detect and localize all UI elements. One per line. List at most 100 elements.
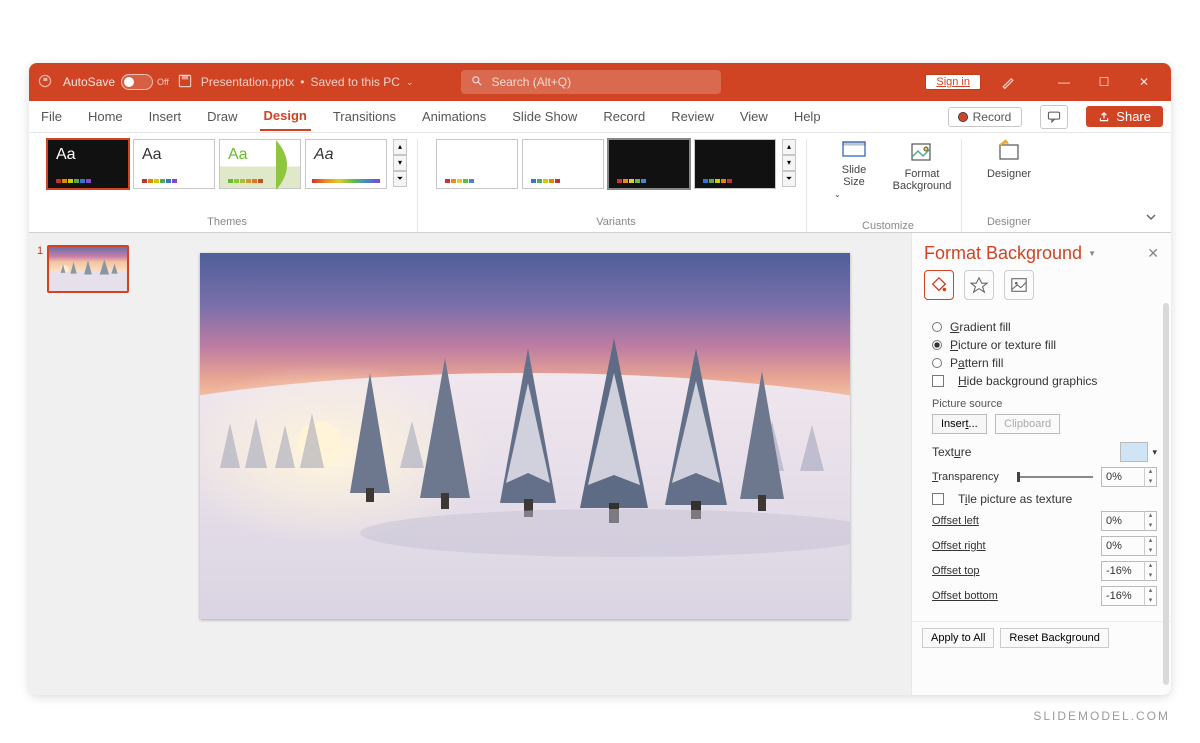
fill-tab-icon[interactable] <box>924 270 954 300</box>
theme-thumb-4[interactable]: Aa <box>305 139 387 189</box>
ribbon: Aa Aa Aa Aa ▴ ▾ ⏷ <box>29 133 1171 233</box>
panel-scrollbar[interactable] <box>1163 303 1169 685</box>
themes-group: Aa Aa Aa Aa ▴ ▾ ⏷ <box>37 139 418 232</box>
tab-record[interactable]: Record <box>599 103 649 130</box>
reset-background-button[interactable]: Reset Background <box>1000 628 1109 648</box>
effects-tab-icon[interactable] <box>964 270 994 300</box>
texture-label: Texture <box>932 445 971 459</box>
tab-transitions[interactable]: Transitions <box>329 103 400 130</box>
comments-button[interactable] <box>1040 105 1068 129</box>
variant-3[interactable] <box>608 139 690 189</box>
picture-tab-icon[interactable] <box>1004 270 1034 300</box>
themes-scroll: ▴ ▾ ⏷ <box>393 139 407 187</box>
search-input[interactable]: Search (Alt+Q) <box>461 70 721 94</box>
record-dot-icon <box>959 113 967 121</box>
document-title[interactable]: Presentation.pptx • Saved to this PC ⌄ <box>201 75 414 89</box>
transparency-slider[interactable] <box>1017 476 1093 478</box>
panel-close-button[interactable]: ✕ <box>1147 245 1159 262</box>
current-slide[interactable] <box>200 253 850 619</box>
insert-button[interactable]: Insert... <box>932 414 987 434</box>
theme-thumb-3[interactable]: Aa <box>219 139 301 189</box>
variant-1[interactable] <box>436 139 518 189</box>
variant-4[interactable] <box>694 139 776 189</box>
designer-group: Designer Designer <box>970 139 1048 232</box>
transparency-value[interactable]: 0%▴▾ <box>1101 467 1157 487</box>
designer-button[interactable]: Designer <box>980 139 1038 180</box>
slide-thumbnail-1[interactable] <box>47 245 129 293</box>
offset-right-label: Offset right <box>932 540 986 552</box>
titlebar: AutoSave Off Presentation.pptx • Saved t… <box>29 63 1171 101</box>
tab-design[interactable]: Design <box>260 102 311 131</box>
format-background-button[interactable]: Format Background <box>893 139 951 200</box>
variants-down[interactable]: ▾ <box>782 155 796 171</box>
themes-label: Themes <box>47 212 407 228</box>
tab-insert[interactable]: Insert <box>145 103 186 130</box>
offset-left-label: Offset left <box>932 515 979 527</box>
offset-bottom-value[interactable]: -16%▴▾ <box>1101 586 1157 606</box>
window-controls: — ☐ ✕ <box>1045 66 1163 98</box>
search-icon <box>471 75 483 90</box>
variants-group: ▴ ▾ ⏷ Variants <box>426 139 807 232</box>
variant-2[interactable] <box>522 139 604 189</box>
tab-home[interactable]: Home <box>84 103 127 130</box>
chevron-down-icon: ⌄ <box>406 77 414 88</box>
themes-more[interactable]: ⏷ <box>393 171 407 187</box>
slide-size-button[interactable]: Slide Size⌄ <box>825 139 883 200</box>
panel-dropdown-icon[interactable]: ▼ <box>1088 249 1096 258</box>
save-icon[interactable] <box>177 73 193 92</box>
pen-icon[interactable] <box>989 74 1027 90</box>
tab-file[interactable]: File <box>37 103 66 130</box>
signin-button[interactable]: Sign in <box>925 74 981 90</box>
gradient-fill-option[interactable]: GGradient fillradient fill <box>932 320 1157 334</box>
tab-animations[interactable]: Animations <box>418 103 490 130</box>
tab-help[interactable]: Help <box>790 103 825 130</box>
clipboard-button: Clipboard <box>995 414 1060 434</box>
toggle-pill <box>121 74 153 90</box>
autosave-state: Off <box>157 77 169 87</box>
hide-bg-graphics[interactable]: Hide background graphics <box>932 374 1157 388</box>
ribbon-collapse-button[interactable] <box>1139 205 1163 232</box>
tab-review[interactable]: Review <box>667 103 718 130</box>
close-button[interactable]: ✕ <box>1125 66 1163 98</box>
apply-all-button[interactable]: Apply to All <box>922 628 994 648</box>
tab-draw[interactable]: Draw <box>203 103 241 130</box>
variants-label: Variants <box>436 212 796 228</box>
slide-canvas[interactable] <box>139 233 911 695</box>
maximize-button[interactable]: ☐ <box>1085 66 1123 98</box>
offset-left-value[interactable]: 0%▴▾ <box>1101 511 1157 531</box>
customize-label: Customize <box>825 216 951 232</box>
theme-thumb-1[interactable]: Aa <box>47 139 129 189</box>
offset-right-value[interactable]: 0%▴▾ <box>1101 536 1157 556</box>
customize-group: Slide Size⌄ Format Background Customize <box>815 139 962 232</box>
offset-top-value[interactable]: -16%▴▾ <box>1101 561 1157 581</box>
record-button[interactable]: Record <box>948 107 1023 127</box>
thumb-number: 1 <box>37 245 43 293</box>
picture-fill-option[interactable]: Picture or texture fill <box>932 338 1157 352</box>
texture-picker[interactable] <box>1120 442 1148 462</box>
variants-scroll: ▴ ▾ ⏷ <box>782 139 796 187</box>
workspace: 1 <box>29 233 1171 695</box>
themes-down[interactable]: ▾ <box>393 155 407 171</box>
autosave-toggle[interactable]: AutoSave Off <box>63 74 169 90</box>
slide-thumbnails: 1 <box>29 233 139 695</box>
app-window: AutoSave Off Presentation.pptx • Saved t… <box>29 63 1171 695</box>
ribbon-tabs: File Home Insert Draw Design Transitions… <box>29 101 1171 133</box>
pattern-fill-option[interactable]: Pattern fill <box>932 356 1157 370</box>
offset-top-label: Offset top <box>932 565 980 577</box>
panel-title: Format Background <box>924 243 1082 264</box>
transparency-label: Transparency <box>932 471 999 483</box>
tile-option[interactable]: Tile picture as texture <box>932 492 1157 506</box>
themes-up[interactable]: ▴ <box>393 139 407 155</box>
watermark: SLIDEMODEL.COM <box>1033 709 1170 723</box>
autosave-label: AutoSave <box>63 75 115 89</box>
tab-slideshow[interactable]: Slide Show <box>508 103 581 130</box>
texture-dropdown[interactable]: ▾ <box>1152 447 1157 458</box>
minimize-button[interactable]: — <box>1045 66 1083 98</box>
variants-up[interactable]: ▴ <box>782 139 796 155</box>
tab-view[interactable]: View <box>736 103 772 130</box>
offset-bottom-label: Offset bottom <box>932 590 998 602</box>
format-background-panel: Format Background ▼ ✕ GGradient fillradi… <box>911 233 1171 695</box>
variants-more[interactable]: ⏷ <box>782 171 796 187</box>
share-button[interactable]: Share <box>1086 106 1163 127</box>
theme-thumb-2[interactable]: Aa <box>133 139 215 189</box>
